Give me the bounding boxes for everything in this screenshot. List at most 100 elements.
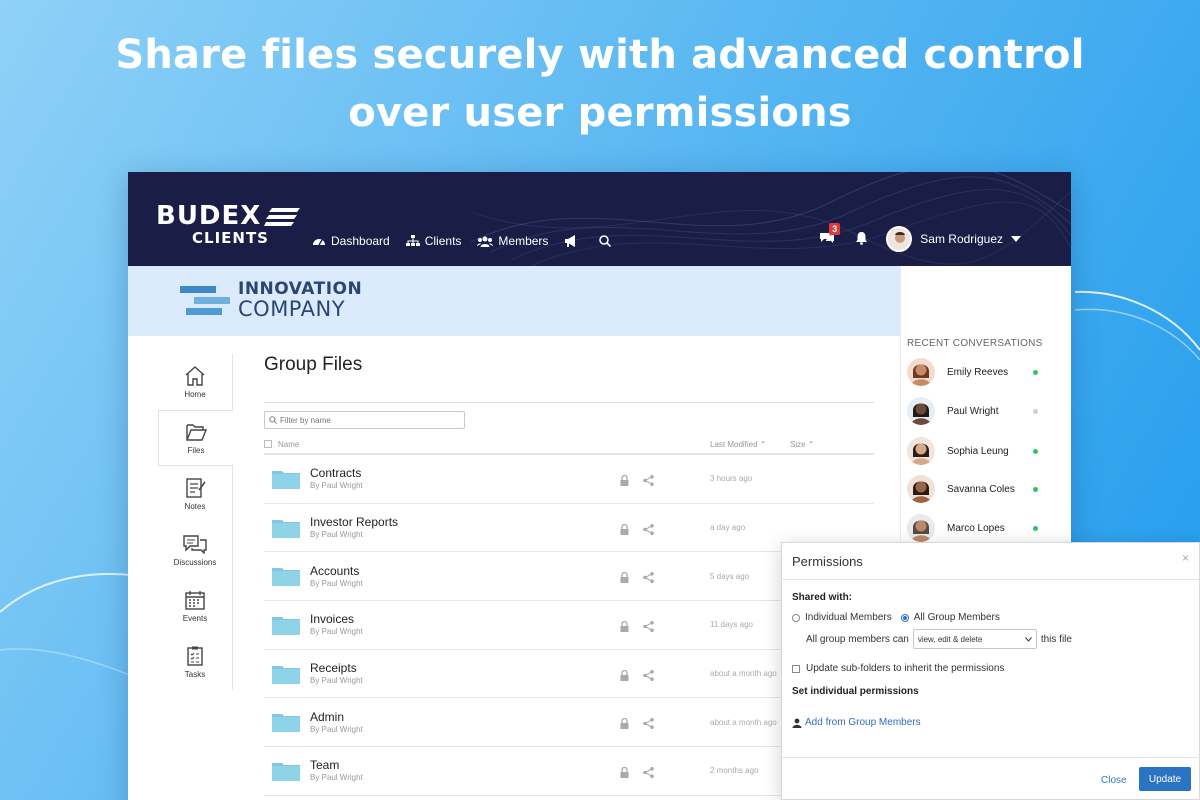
radio-individual-members[interactable] xyxy=(792,613,800,622)
status-dot xyxy=(1033,486,1038,492)
close-icon[interactable]: × xyxy=(1182,551,1189,565)
nav-clients[interactable]: Clients xyxy=(405,234,462,248)
update-button[interactable]: Update xyxy=(1139,767,1191,791)
row-actions xyxy=(620,765,668,783)
permission-select-value: view, edit & delete xyxy=(917,634,983,644)
file-name[interactable]: Receipts xyxy=(310,661,363,675)
modal-title: Permissions xyxy=(792,553,863,569)
page-title: Group Files xyxy=(264,354,363,375)
radio-all-group-members-label[interactable]: All Group Members xyxy=(914,612,1000,623)
column-header-modified[interactable]: Last Modified ⌃ xyxy=(710,440,790,449)
avatar xyxy=(907,475,935,503)
inherit-permissions-label[interactable]: Update sub-folders to inherit the permis… xyxy=(806,663,1004,674)
file-name[interactable]: Invoices xyxy=(310,612,363,626)
folder-icon xyxy=(272,714,300,733)
radio-individual-members-label[interactable]: Individual Members xyxy=(805,612,892,623)
lock-icon[interactable] xyxy=(620,619,629,637)
row-actions xyxy=(620,619,668,637)
avatar xyxy=(907,358,935,386)
sidenav-item-tasks[interactable]: Tasks xyxy=(158,634,232,690)
calendar-icon xyxy=(185,590,205,610)
share-icon[interactable] xyxy=(643,473,654,491)
notifications-button[interactable] xyxy=(855,231,868,248)
share-icon[interactable] xyxy=(643,668,654,686)
user-avatar[interactable] xyxy=(886,226,913,252)
sidenav-item-events[interactable]: Events xyxy=(158,578,232,634)
file-modified: a day ago xyxy=(710,523,746,533)
chevron-down-icon[interactable] xyxy=(1011,236,1021,242)
nav-dashboard[interactable]: Dashboard xyxy=(312,234,390,248)
filter-box xyxy=(264,411,465,429)
lock-icon[interactable] xyxy=(620,716,629,734)
column-header-size[interactable]: Size ⌃ xyxy=(790,440,815,449)
company-banner: INNOVATION COMPANY xyxy=(128,266,900,336)
user-avatar-image xyxy=(888,228,911,250)
folder-open-icon xyxy=(186,423,207,441)
bell-icon xyxy=(856,231,868,245)
row-actions xyxy=(620,570,668,588)
sidenav-label-home: Home xyxy=(184,389,206,399)
file-name[interactable]: Admin xyxy=(310,710,363,724)
conversation-item[interactable]: Savanna Coles xyxy=(907,475,1067,503)
sidenav-item-files[interactable]: Files xyxy=(158,410,234,466)
file-owner: By Paul Wright xyxy=(310,773,363,783)
inherit-permissions-checkbox[interactable] xyxy=(792,664,800,673)
nav-search[interactable] xyxy=(599,235,616,247)
permission-select[interactable]: view, edit & delete xyxy=(912,629,1037,649)
permission-row: All group members can view, edit & delet… xyxy=(806,629,1189,649)
row-actions xyxy=(620,522,668,540)
status-dot xyxy=(1033,448,1038,454)
close-button[interactable]: Close xyxy=(1101,775,1127,786)
file-owner: By Paul Wright xyxy=(310,676,363,686)
conversation-item[interactable]: Paul Wright xyxy=(907,397,1067,425)
file-name[interactable]: Accounts xyxy=(310,564,363,578)
share-icon[interactable] xyxy=(643,716,654,734)
permission-prefix: All group members can xyxy=(806,633,909,645)
lock-icon[interactable] xyxy=(620,668,629,686)
avatar xyxy=(907,437,935,465)
inherit-permissions-row: Update sub-folders to inherit the permis… xyxy=(792,663,1189,674)
sitemap-icon xyxy=(405,235,420,246)
nav-announcements[interactable] xyxy=(564,235,583,247)
conversation-item[interactable]: Emily Reeves xyxy=(907,358,1067,386)
sidenav-item-notes[interactable]: Notes xyxy=(158,466,232,522)
lock-icon[interactable] xyxy=(620,522,629,540)
chevron-down-icon xyxy=(1024,636,1032,642)
conversation-item[interactable]: Marco Lopes xyxy=(907,514,1067,542)
sidenav-label-events: Events xyxy=(182,613,208,623)
dashboard-icon xyxy=(313,239,325,246)
radio-all-group-members[interactable] xyxy=(900,613,909,622)
messages-button[interactable]: 3 xyxy=(819,223,841,247)
filter-input[interactable] xyxy=(280,415,460,425)
company-logo-mark-icon xyxy=(180,285,230,315)
user-name[interactable]: Sam Rodriguez xyxy=(920,232,1003,246)
share-icon[interactable] xyxy=(643,765,654,783)
lock-icon[interactable] xyxy=(620,473,629,491)
share-icon[interactable] xyxy=(643,570,654,588)
status-dot xyxy=(1033,408,1038,414)
file-owner: By Paul Wright xyxy=(310,578,363,588)
conversation-name: Sophia Leung xyxy=(947,445,1009,457)
file-name[interactable]: Team xyxy=(310,758,363,772)
lock-icon[interactable] xyxy=(620,570,629,588)
share-icon[interactable] xyxy=(643,619,654,637)
budex-clients-logo[interactable]: BUDEX CLIENTS xyxy=(156,202,300,246)
file-modified: 11 days ago xyxy=(710,620,753,630)
nav-members[interactable]: Members xyxy=(477,234,548,248)
conversation-item[interactable]: Sophia Leung xyxy=(907,437,1067,465)
nav-clients-label: Clients xyxy=(424,234,462,248)
share-icon[interactable] xyxy=(643,522,654,540)
lock-icon[interactable] xyxy=(620,765,629,783)
sidenav-item-home[interactable]: Home xyxy=(158,354,232,410)
column-header-name[interactable]: Name xyxy=(278,440,710,449)
sidenav-item-discussions[interactable]: Discussions xyxy=(158,522,232,578)
add-from-group-members-link[interactable]: Add from Group Members xyxy=(792,717,1189,728)
clipboard-icon xyxy=(187,646,203,666)
users-icon xyxy=(477,236,494,247)
modal-footer: Close Update xyxy=(782,757,1200,800)
file-name[interactable]: Investor Reports xyxy=(310,515,398,529)
select-all-checkbox[interactable] xyxy=(264,440,272,448)
folder-icon xyxy=(272,568,300,587)
file-name[interactable]: Contracts xyxy=(310,466,363,480)
file-row[interactable]: Contracts By Paul Wright 3 hours ago xyxy=(264,455,874,504)
